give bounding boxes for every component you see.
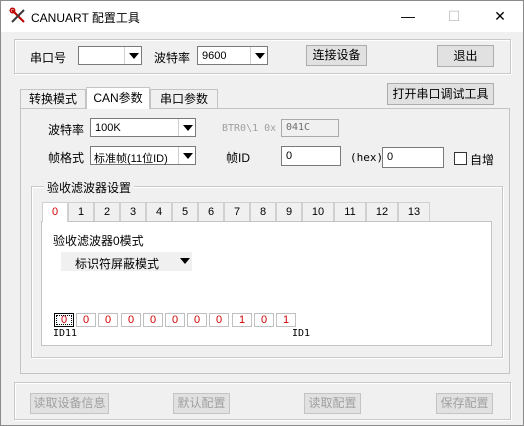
btr-field: 041C xyxy=(281,119,339,137)
filter-mode-value: 标识符屏蔽模式 xyxy=(75,257,160,271)
filter-tab-6[interactable]: 6 xyxy=(198,202,224,221)
chevron-down-icon[interactable] xyxy=(178,119,195,136)
id-bit-box[interactable]: 1 xyxy=(276,313,296,327)
filter-mode-select[interactable]: 标识符屏蔽模式 xyxy=(61,252,192,271)
hex-field[interactable]: 0 xyxy=(382,147,444,168)
filter-tab-7[interactable]: 7 xyxy=(224,202,250,221)
tab-serial-params[interactable]: 串口参数 xyxy=(150,89,218,108)
read-device-info-button[interactable]: 读取设备信息 xyxy=(30,393,109,414)
chevron-down-icon[interactable] xyxy=(178,147,195,164)
read-config-button[interactable]: 读取配置 xyxy=(304,393,361,414)
frame-id-field[interactable]: 0 xyxy=(281,146,341,166)
id-bit-box[interactable]: 0 xyxy=(98,313,118,327)
baud-label: 波特率 xyxy=(154,51,191,65)
filter-tab-12[interactable]: 12 xyxy=(366,202,398,221)
filter-mode-label: 验收滤波器0模式 xyxy=(53,234,144,248)
exit-button[interactable]: 退出 xyxy=(437,45,494,67)
filter-tab-1[interactable]: 1 xyxy=(68,202,94,221)
save-config-button[interactable]: 保存配置 xyxy=(436,393,493,414)
filter-tab-11[interactable]: 11 xyxy=(334,202,366,221)
filter-tab-13[interactable]: 13 xyxy=(398,202,430,221)
maximize-button[interactable]: ☐ xyxy=(431,1,477,32)
port-label: 串口号 xyxy=(30,51,67,65)
id-bit-box[interactable]: 0 xyxy=(209,313,229,327)
tab-can-params[interactable]: CAN参数 xyxy=(86,87,150,109)
baud-select[interactable]: 9600 xyxy=(197,46,268,65)
hex-label: (hex) xyxy=(350,151,384,164)
frame-format-select[interactable]: 标准帧(11位ID) xyxy=(90,146,196,165)
chevron-down-icon[interactable] xyxy=(250,47,267,64)
id-bit-box[interactable]: 0 xyxy=(254,313,274,327)
id-bit-box[interactable]: 0 xyxy=(143,313,163,327)
filter-tab-10[interactable]: 10 xyxy=(302,202,334,221)
filter-tab-2[interactable]: 2 xyxy=(94,202,120,221)
title-bar: CANUART 配置工具 — ☐ ✕ xyxy=(1,1,523,32)
filter-tab-8[interactable]: 8 xyxy=(250,202,276,221)
auto-increment-label: 自增 xyxy=(470,153,495,167)
baud-value: 9600 xyxy=(202,50,227,62)
can-baud-select[interactable]: 100K xyxy=(90,118,196,137)
filter-tab-0[interactable]: 0 xyxy=(42,202,68,222)
filter-tab-5[interactable]: 5 xyxy=(172,202,198,221)
auto-increment-checkbox[interactable] xyxy=(454,152,467,165)
port-select[interactable] xyxy=(78,46,142,65)
filter-group-label: 验收滤波器设置 xyxy=(44,179,135,196)
can-baud-value: 100K xyxy=(95,122,121,134)
id-bit-box[interactable]: 0 xyxy=(54,313,74,327)
frame-format-value: 标准帧(11位ID) xyxy=(94,153,168,165)
chevron-down-icon[interactable] xyxy=(176,252,192,271)
tools-icon xyxy=(9,7,25,23)
window-title: CANUART 配置工具 xyxy=(31,11,140,25)
id-bit-box[interactable]: 0 xyxy=(121,313,141,327)
app-window: CANUART 配置工具 — ☐ ✕ 串口号 波特率 9600 连接设备 退出 … xyxy=(0,0,524,426)
minimize-button[interactable]: — xyxy=(385,1,431,32)
id-bit-box[interactable]: 0 xyxy=(187,313,207,327)
open-serial-tool-button[interactable]: 打开串口调试工具 xyxy=(387,83,494,105)
id-bit-box[interactable]: 0 xyxy=(165,313,185,327)
btr-label: BTR0\1 0x xyxy=(222,123,277,134)
filter-tab-3[interactable]: 3 xyxy=(120,202,146,221)
close-button[interactable]: ✕ xyxy=(477,1,523,32)
id11-label: ID11 xyxy=(53,328,78,339)
connect-button[interactable]: 连接设备 xyxy=(306,45,367,66)
filter-tab-9[interactable]: 9 xyxy=(276,202,302,221)
chevron-down-icon[interactable] xyxy=(124,47,141,64)
filter-tab-4[interactable]: 4 xyxy=(146,202,172,221)
tab-convert-mode[interactable]: 转换模式 xyxy=(20,89,86,108)
frame-format-label: 帧格式 xyxy=(48,151,85,165)
id-bit-box[interactable]: 0 xyxy=(76,313,96,327)
default-config-button[interactable]: 默认配置 xyxy=(173,393,230,414)
frame-id-label: 帧ID xyxy=(226,151,251,165)
can-baud-label: 波特率 xyxy=(48,123,85,137)
id-bit-box[interactable]: 1 xyxy=(232,313,252,327)
id1-label: ID1 xyxy=(292,328,311,339)
